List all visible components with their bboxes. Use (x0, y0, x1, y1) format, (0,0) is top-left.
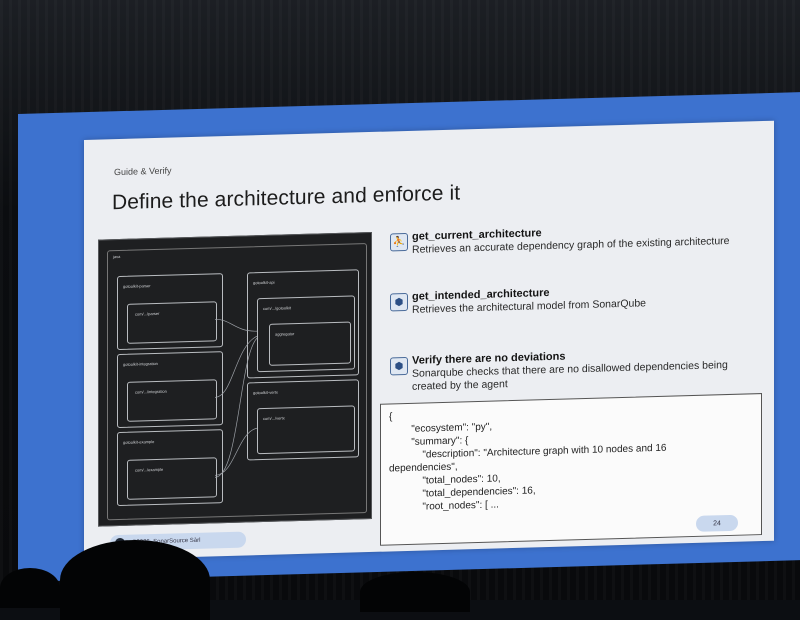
audience-head (0, 568, 60, 608)
tool-item: ⬢ get_intended_architecture Retrieves th… (390, 281, 760, 316)
dependency-edge (214, 427, 258, 476)
tool-item: ⬢ Verify there are no deviations Sonarqu… (390, 345, 760, 393)
person-graph-icon: ⛹ (390, 232, 408, 252)
code-line: "root_nodes": [ ... (389, 499, 499, 514)
dependency-edge (214, 337, 258, 478)
audience-head (60, 540, 210, 620)
page-number: 24 (696, 514, 738, 532)
cube-icon: ⬢ (390, 292, 408, 312)
presentation-slide: Guide & Verify Define the architecture a… (84, 120, 774, 560)
dependency-edges (214, 318, 258, 478)
tool-item: ⛹ get_current_architecture Retrieves an … (390, 221, 760, 256)
code-line: { (389, 411, 393, 423)
cube-icon: ⬢ (390, 356, 408, 376)
dependency-edge (214, 318, 258, 332)
slide-kicker: Guide & Verify (114, 165, 172, 178)
architecture-diagram: java gotoolkit-parser com/.../parser got… (98, 231, 372, 527)
tool-list: ⛹ get_current_architecture Retrieves an … (390, 221, 760, 393)
dependency-edge (214, 335, 258, 398)
slide-title: Define the architecture and enforce it (112, 181, 461, 215)
audience-head (360, 572, 470, 612)
